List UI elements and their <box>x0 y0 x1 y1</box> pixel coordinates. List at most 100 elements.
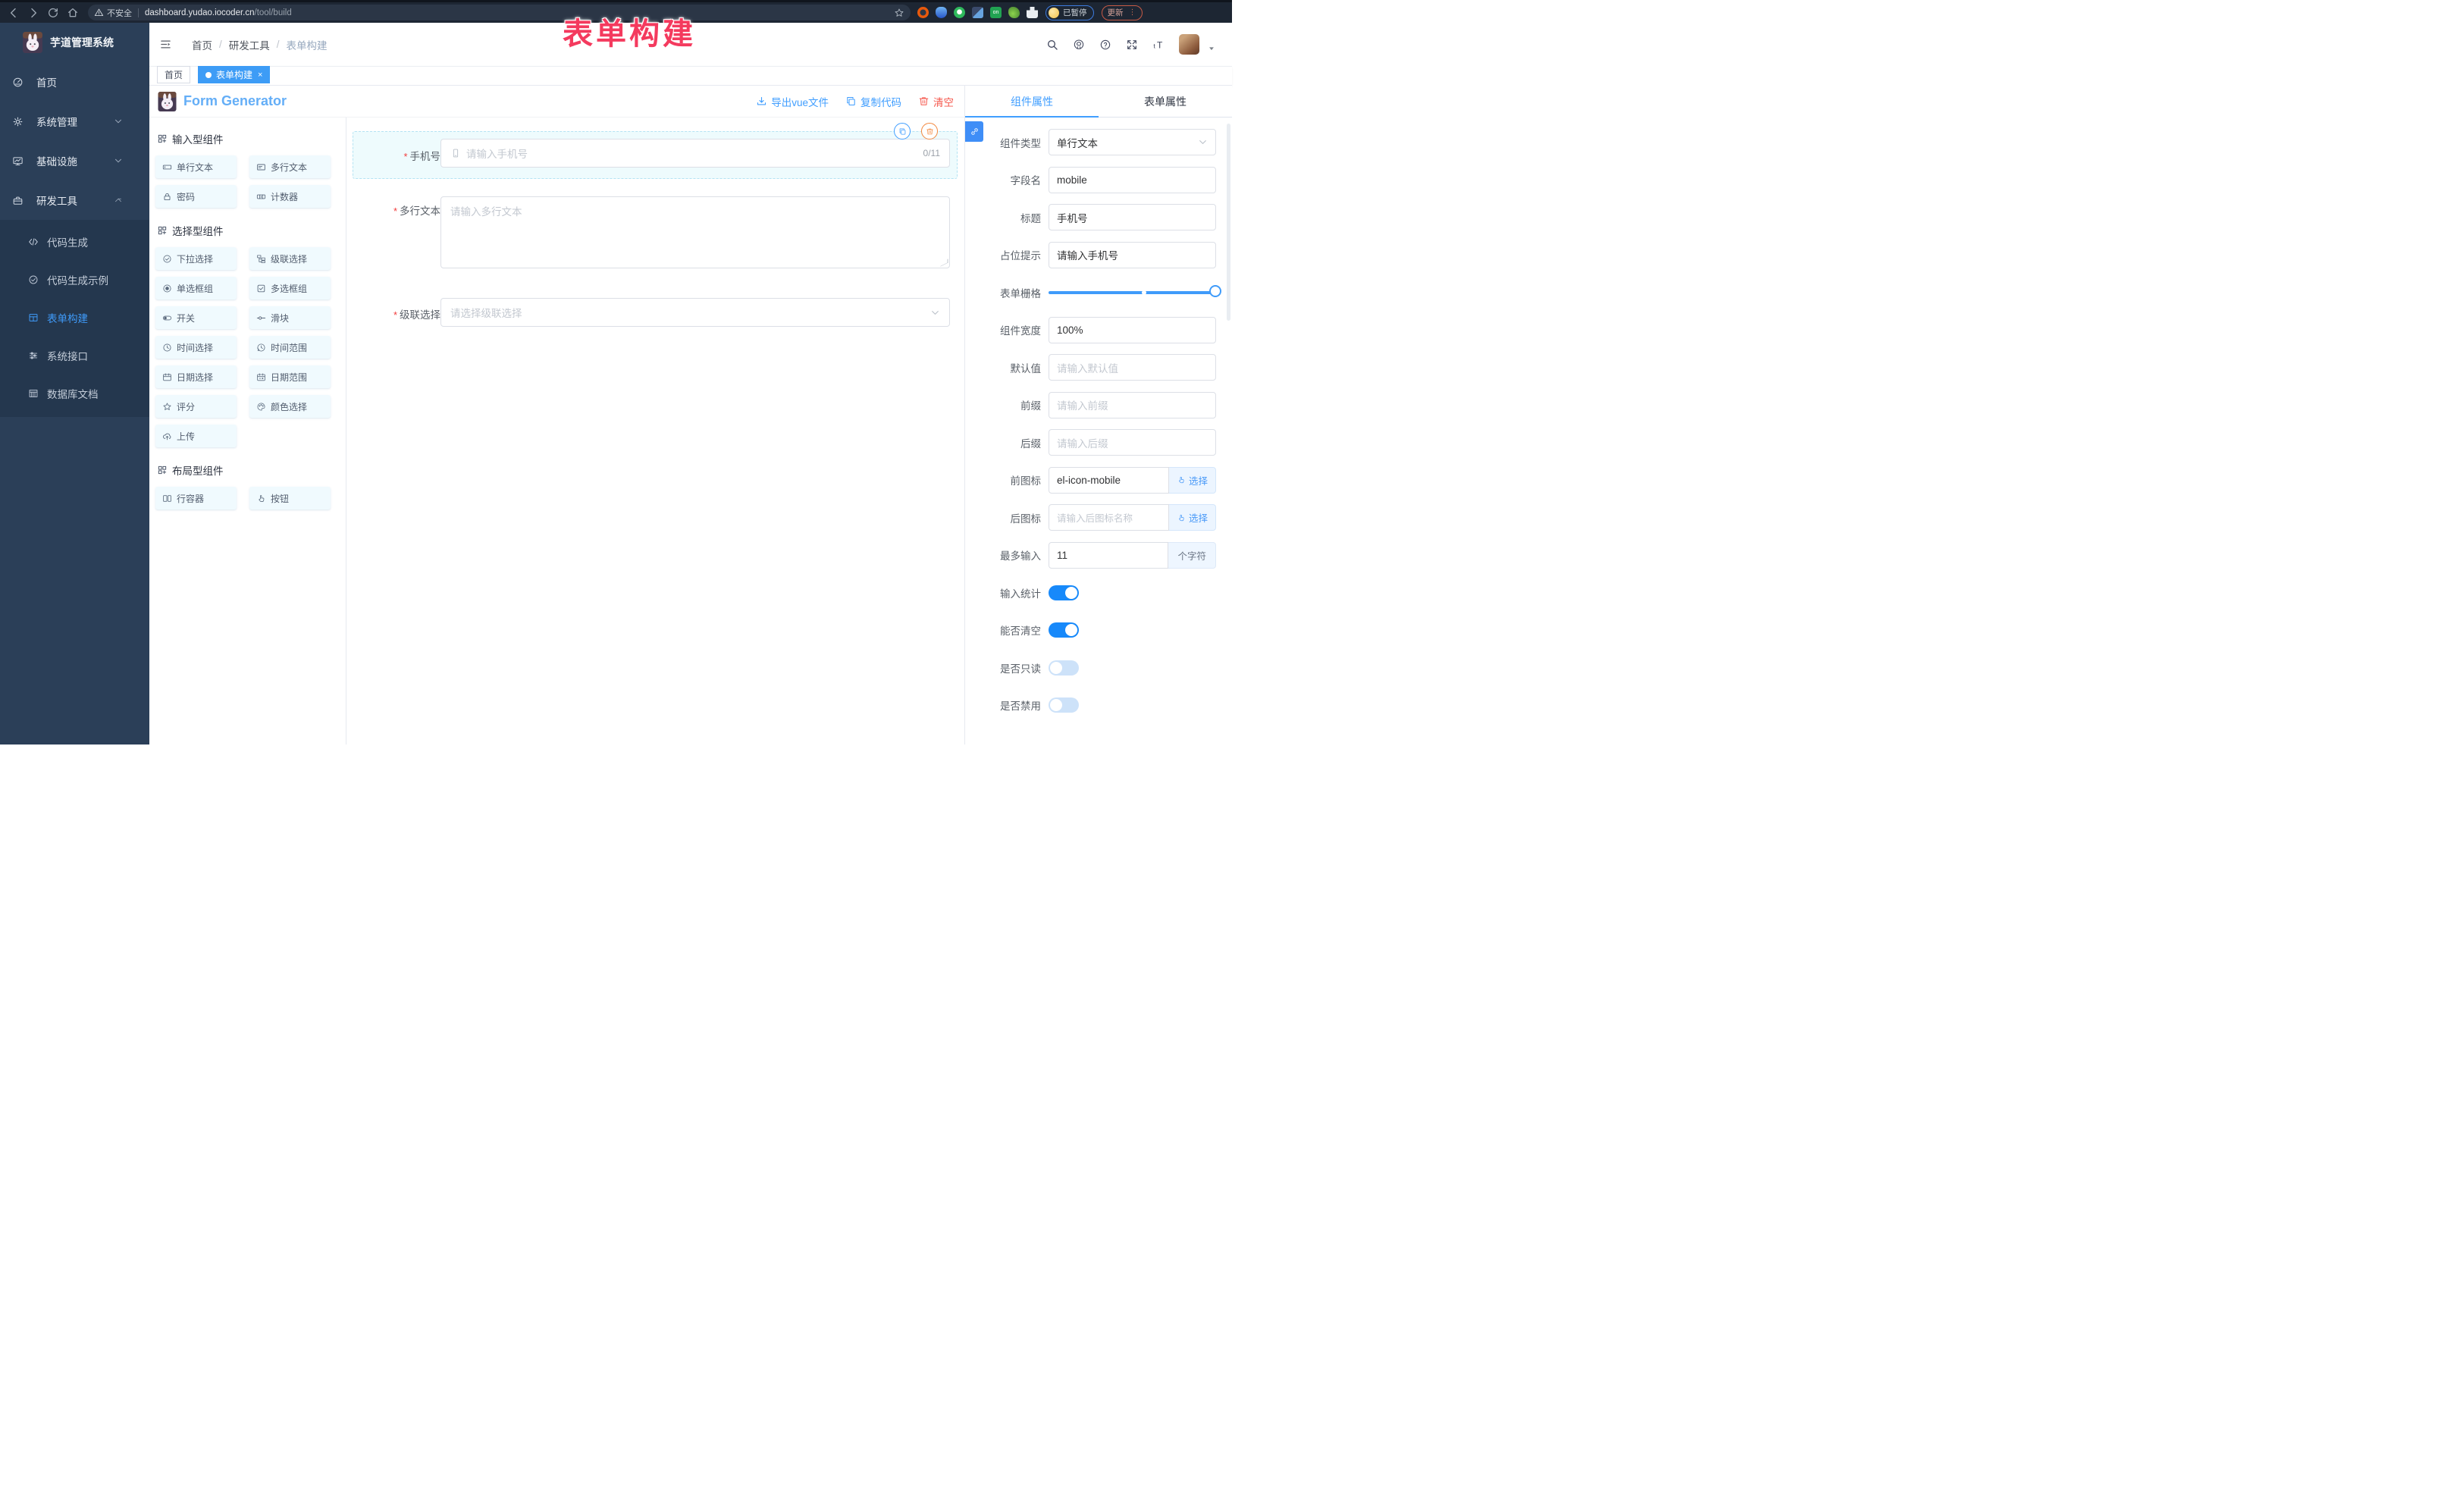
sidebar-item-system-api[interactable]: 系统接口 <box>0 337 149 375</box>
not-secure-label: 不安全 <box>107 7 132 19</box>
component-row-container[interactable]: 行容器 <box>155 487 237 509</box>
extension-icon-dark-squares[interactable] <box>972 7 983 18</box>
extension-icon-orange[interactable] <box>917 7 929 18</box>
component-radio-group[interactable]: 单选框组 <box>155 277 237 299</box>
component-color-picker[interactable]: 颜色选择 <box>249 395 331 418</box>
delete-item-button[interactable] <box>921 123 938 139</box>
browser-menu-dots-icon[interactable]: ⋮ <box>1129 8 1136 17</box>
field-name-input[interactable]: mobile <box>1049 167 1216 193</box>
component-counter[interactable]: 计数器 <box>249 185 331 208</box>
component-time-picker[interactable]: 时间选择 <box>155 336 237 359</box>
form-canvas[interactable]: *手机号 请输入手机号 0/11 *多行文本 请输入多行文本 *级联选择 请选择… <box>346 118 964 744</box>
component-switch[interactable]: 开关 <box>155 306 237 329</box>
disabled-toggle[interactable] <box>1049 697 1079 713</box>
avatar-caret-icon[interactable] <box>1208 45 1215 52</box>
search-icon[interactable] <box>1046 39 1058 51</box>
component-password[interactable]: 密码 <box>155 185 237 208</box>
component-date-range[interactable]: 日期范围 <box>249 365 331 388</box>
component-slider[interactable]: 滑块 <box>249 306 331 329</box>
component-textarea[interactable]: 多行文本 <box>249 155 331 178</box>
form-grid-slider[interactable] <box>1049 291 1215 294</box>
github-icon[interactable] <box>1073 39 1085 51</box>
sidebar-item-home[interactable]: 首页 <box>0 62 149 102</box>
suffix-input[interactable]: 请输入后缀 <box>1049 429 1216 456</box>
breadcrumb-group[interactable]: 研发工具 <box>229 37 270 52</box>
browser-reload-icon[interactable] <box>47 7 59 19</box>
gear-icon <box>12 116 24 127</box>
prop-row-field-name: 字段名 mobile <box>965 161 1233 199</box>
sidebar-item-infra[interactable]: 基础设施 <box>0 141 149 180</box>
default-value-input[interactable]: 请输入默认值 <box>1049 354 1216 381</box>
component-single-line-text[interactable]: 单行文本 <box>155 155 237 178</box>
sidebar-item-form-builder[interactable]: 表单构建 <box>0 299 149 337</box>
extension-icon-green-leaf[interactable] <box>1008 7 1020 18</box>
slider-handle[interactable] <box>1209 285 1221 297</box>
component-type-select[interactable]: 单行文本 <box>1049 129 1216 155</box>
fullscreen-icon[interactable] <box>1126 39 1138 51</box>
component-checkbox-group[interactable]: 多选框组 <box>249 277 331 299</box>
app-logo-row[interactable]: 芋道管理系统 <box>0 23 149 62</box>
component-upload[interactable]: 上传 <box>155 425 237 447</box>
prefix-input[interactable]: 请输入前缀 <box>1049 392 1216 418</box>
cascader-input[interactable]: 请选择级联选择 <box>440 298 950 327</box>
component-time-range[interactable]: 时间范围 <box>249 336 331 359</box>
sidebar-item-devtools[interactable]: 研发工具 <box>0 180 149 220</box>
prefix-icon-select-button[interactable]: 选择 <box>1169 467 1216 494</box>
browser-home-icon[interactable] <box>67 7 79 19</box>
browser-forward-icon[interactable] <box>27 7 39 19</box>
max-length-input[interactable]: 11 <box>1049 542 1168 569</box>
bookmark-star-icon[interactable] <box>894 8 904 18</box>
placeholder-input[interactable]: 请输入手机号 <box>1049 242 1216 268</box>
component-button[interactable]: 按钮 <box>249 487 331 509</box>
copy-code-button[interactable]: 复制代码 <box>845 94 901 109</box>
readonly-toggle[interactable] <box>1049 660 1079 676</box>
component-date-picker[interactable]: 日期选择 <box>155 365 237 388</box>
tag-home[interactable]: 首页 <box>157 66 190 83</box>
textarea-input[interactable]: 请输入多行文本 <box>440 196 950 268</box>
extension-icon-on-badge[interactable]: on <box>990 7 1002 18</box>
width-input[interactable]: 100% <box>1049 317 1216 343</box>
sidebar-item-codegen-demo[interactable]: 代码生成示例 <box>0 261 149 299</box>
title-input[interactable]: 手机号 <box>1049 204 1216 230</box>
switch-icon <box>162 313 172 323</box>
tag-close-icon[interactable]: × <box>258 71 262 80</box>
input-placeholder: 请选择级联选择 <box>450 305 522 320</box>
font-size-icon[interactable]: tT <box>1152 39 1165 51</box>
help-icon[interactable] <box>1099 39 1111 51</box>
extensions-puzzle-icon[interactable] <box>1027 7 1038 18</box>
hamburger-icon[interactable] <box>159 39 172 50</box>
browser-back-icon[interactable] <box>8 7 20 19</box>
clear-button[interactable]: 清空 <box>918 94 954 109</box>
user-avatar[interactable] <box>1179 34 1199 55</box>
suffix-icon-select-button[interactable]: 选择 <box>1169 504 1216 531</box>
tag-form-builder[interactable]: 表单构建 × <box>198 66 270 83</box>
browser-update-button[interactable]: 更新 ⋮ <box>1102 5 1143 20</box>
prefix-icon-input[interactable]: el-icon-mobile <box>1049 467 1169 494</box>
suffix-icon-input[interactable]: 请输入后图标名称 <box>1049 504 1169 531</box>
input-components-grid: 单行文本 多行文本 密码 计数器 <box>155 155 340 208</box>
panel-scrollbar[interactable] <box>1227 124 1230 321</box>
tab-form-props[interactable]: 表单属性 <box>1099 86 1232 117</box>
extension-icon-blue-drop[interactable] <box>936 7 947 18</box>
field-label-textarea: *多行文本 <box>375 202 440 218</box>
resize-handle[interactable] <box>940 259 948 266</box>
component-cascader[interactable]: 级联选择 <box>249 247 331 270</box>
export-vue-button[interactable]: 导出vue文件 <box>756 94 829 109</box>
component-rate[interactable]: 评分 <box>155 395 237 418</box>
mobile-input[interactable]: 请输入手机号 0/11 <box>440 139 950 168</box>
tab-component-props[interactable]: 组件属性 <box>965 86 1099 117</box>
extension-icon-green-v[interactable] <box>954 7 965 18</box>
url-bar[interactable]: 不安全 dashboard.yudao.iocoder.cn/tool/buil… <box>88 5 911 20</box>
show-count-toggle[interactable] <box>1049 585 1079 600</box>
duplicate-item-button[interactable] <box>894 123 911 139</box>
clearable-toggle[interactable] <box>1049 622 1079 638</box>
sidebar-item-system[interactable]: 系统管理 <box>0 102 149 141</box>
form-generator-logo <box>158 92 177 111</box>
browser-profile-chip[interactable]: 已暂停 <box>1045 5 1094 20</box>
component-dropdown[interactable]: 下拉选择 <box>155 247 237 270</box>
sidebar-item-codegen[interactable]: 代码生成 <box>0 223 149 261</box>
breadcrumb-home[interactable]: 首页 <box>192 37 212 52</box>
badge-check-icon <box>28 274 39 285</box>
sidebar-item-db-doc[interactable]: 数据库文档 <box>0 375 149 412</box>
calendar-range-icon <box>256 372 266 382</box>
